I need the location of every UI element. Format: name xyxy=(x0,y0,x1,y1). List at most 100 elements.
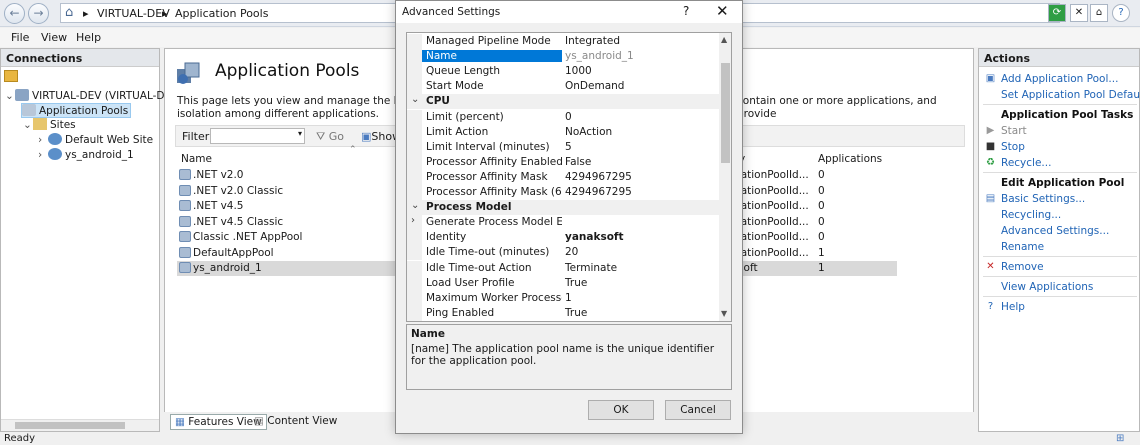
expander-icon[interactable]: › xyxy=(411,215,415,226)
connect-icon[interactable] xyxy=(4,70,18,82)
property-value[interactable]: 4294967295 xyxy=(565,186,632,198)
vertical-scrollbar[interactable]: ▲ ▼ xyxy=(719,33,731,321)
property-name: Managed Pipeline Mode xyxy=(426,35,551,47)
action-link[interactable]: Add Application Pool... xyxy=(1001,73,1118,85)
property-row[interactable]: › Generate Process Model Event Log Entry xyxy=(407,215,719,231)
property-name: Generate Process Model Event Log Entry xyxy=(426,216,562,229)
property-value[interactable]: 4294967295 xyxy=(565,171,632,183)
expander-icon[interactable]: ⌄ xyxy=(411,200,419,211)
property-category[interactable]: ⌄ Process Model xyxy=(407,200,719,216)
property-row[interactable]: Load User Profile True xyxy=(407,275,719,291)
tree-item-app-pools[interactable]: Application Pools xyxy=(21,103,132,118)
property-name: Ping Enabled xyxy=(426,306,495,319)
action-link[interactable]: Advanced Settings... xyxy=(1001,225,1109,237)
menu-file[interactable]: File xyxy=(11,31,29,44)
property-value[interactable]: OnDemand xyxy=(565,80,624,92)
action-link[interactable]: Stop xyxy=(1001,141,1025,153)
expander-icon[interactable]: › xyxy=(38,149,48,161)
tree-item-sites[interactable]: ⌄ Sites xyxy=(23,118,76,131)
expander-icon[interactable]: ⌄ xyxy=(5,90,15,102)
property-row[interactable]: Processor Affinity Mask (64-bit option)4… xyxy=(407,185,719,200)
content-view-icon: ▤ xyxy=(254,415,264,427)
forward-button[interactable]: → xyxy=(28,3,49,24)
property-row[interactable]: Identity yanaksoft xyxy=(407,230,719,246)
property-value[interactable]: 20 xyxy=(565,246,578,258)
go-button[interactable]: ⛛ Go xyxy=(316,130,344,144)
action-link[interactable]: Set Application Pool Defaults... xyxy=(1001,89,1140,101)
refresh-icon[interactable]: ⟳ xyxy=(1048,4,1066,22)
property-row[interactable]: Queue Length 1000 xyxy=(407,64,719,80)
tab-content-view[interactable]: ▤ Content View xyxy=(250,414,341,430)
home-icon[interactable]: ⌂ xyxy=(1090,4,1108,22)
dialog-titlebar[interactable]: Advanced Settings ? ✕ xyxy=(396,1,742,23)
horizontal-scrollbar[interactable] xyxy=(1,419,159,431)
property-row[interactable]: Idle Time-out Action Terminate xyxy=(407,260,719,276)
play-icon: ▶ xyxy=(986,125,995,136)
action-link[interactable]: Rename xyxy=(1001,241,1044,253)
back-button[interactable]: ← xyxy=(4,3,25,24)
property-value[interactable]: 1000 xyxy=(565,65,592,77)
tree-item-server[interactable]: ⌄ VIRTUAL-DEV (VIRTUAL-DEV\ xyxy=(5,89,182,102)
settings-icon: ▤ xyxy=(985,193,996,204)
property-value[interactable]: Integrated xyxy=(565,35,620,47)
expander-icon[interactable]: ⌄ xyxy=(23,119,33,131)
property-row[interactable]: Managed Pipeline Mode Integrated xyxy=(407,34,719,49)
scroll-up-icon[interactable]: ▲ xyxy=(721,35,727,44)
action-link[interactable]: Basic Settings... xyxy=(1001,193,1085,205)
property-category[interactable]: ⌄ CPU xyxy=(407,94,719,110)
property-value[interactable]: True xyxy=(565,307,587,319)
breadcrumb-app-pools[interactable]: Application Pools xyxy=(175,7,268,20)
action-separator xyxy=(983,296,1137,297)
action-link[interactable]: Help xyxy=(1001,301,1025,313)
scroll-down-icon[interactable]: ▼ xyxy=(721,309,727,318)
tree-item-default-web-site[interactable]: › Default Web Site xyxy=(38,133,153,146)
pool-apps-count: 0 xyxy=(818,231,825,243)
cancel-button[interactable]: Cancel xyxy=(665,400,731,420)
dropdown-icon[interactable]: ▾ xyxy=(298,129,302,138)
action-link[interactable]: Remove xyxy=(1001,261,1044,273)
expander-icon[interactable]: › xyxy=(38,134,48,146)
property-value[interactable]: NoAction xyxy=(565,126,612,138)
action-link[interactable]: View Applications xyxy=(1001,281,1093,293)
server-icon xyxy=(15,89,29,101)
help-nav-icon[interactable]: ? xyxy=(1112,4,1130,22)
close-icon[interactable]: ✕ xyxy=(716,2,729,20)
action-link[interactable]: Recycle... xyxy=(1001,157,1051,169)
property-row[interactable]: Ping Enabled True xyxy=(407,305,719,321)
column-name[interactable]: Name xyxy=(181,153,212,165)
action-link[interactable]: Recycling... xyxy=(1001,209,1061,221)
property-value[interactable]: False xyxy=(565,156,591,168)
property-row[interactable]: Limit Action NoAction xyxy=(407,124,719,140)
expander-icon[interactable]: ⌄ xyxy=(411,94,419,105)
filter-input[interactable]: ▾ xyxy=(210,128,305,144)
property-row[interactable]: Limit (percent) 0 xyxy=(407,109,719,125)
property-value[interactable]: True xyxy=(565,277,587,289)
column-applications[interactable]: Applications xyxy=(818,153,882,165)
property-row[interactable]: Idle Time-out (minutes) 20 xyxy=(407,245,719,261)
scroll-thumb[interactable] xyxy=(721,63,730,163)
property-row[interactable]: Start Mode OnDemand xyxy=(407,79,719,95)
menu-help[interactable]: Help xyxy=(76,31,101,44)
dialog-title: Advanced Settings xyxy=(402,6,501,18)
property-value[interactable]: ys_android_1 xyxy=(565,50,634,62)
menu-view[interactable]: View xyxy=(41,31,67,44)
row-gutter xyxy=(407,64,422,80)
pool-icon xyxy=(179,246,191,258)
property-value[interactable]: Terminate xyxy=(565,262,617,274)
pool-icon xyxy=(179,184,191,196)
pool-apps-count: 0 xyxy=(818,169,825,181)
ok-button[interactable]: OK xyxy=(588,400,654,420)
tree-item-ys-android[interactable]: › ys_android_1 xyxy=(38,148,134,161)
breadcrumb-server[interactable]: VIRTUAL-DEV xyxy=(97,7,170,20)
property-row[interactable]: Processor Affinity Enabled False xyxy=(407,154,719,170)
property-value[interactable]: 5 xyxy=(565,141,572,153)
property-row[interactable]: Maximum Worker Processes 1 xyxy=(407,290,719,306)
property-row[interactable]: Processor Affinity Mask 4294967295 xyxy=(407,169,719,185)
property-value[interactable]: yanaksoft xyxy=(565,231,624,243)
property-row[interactable]: Name ys_android_1 xyxy=(407,49,719,65)
property-row[interactable]: Limit Interval (minutes) 5 xyxy=(407,139,719,155)
stop-nav-icon[interactable]: ✕ xyxy=(1070,4,1088,22)
property-value[interactable]: 1 xyxy=(565,292,572,304)
help-icon[interactable]: ? xyxy=(683,4,689,18)
property-value[interactable]: 0 xyxy=(565,111,572,123)
